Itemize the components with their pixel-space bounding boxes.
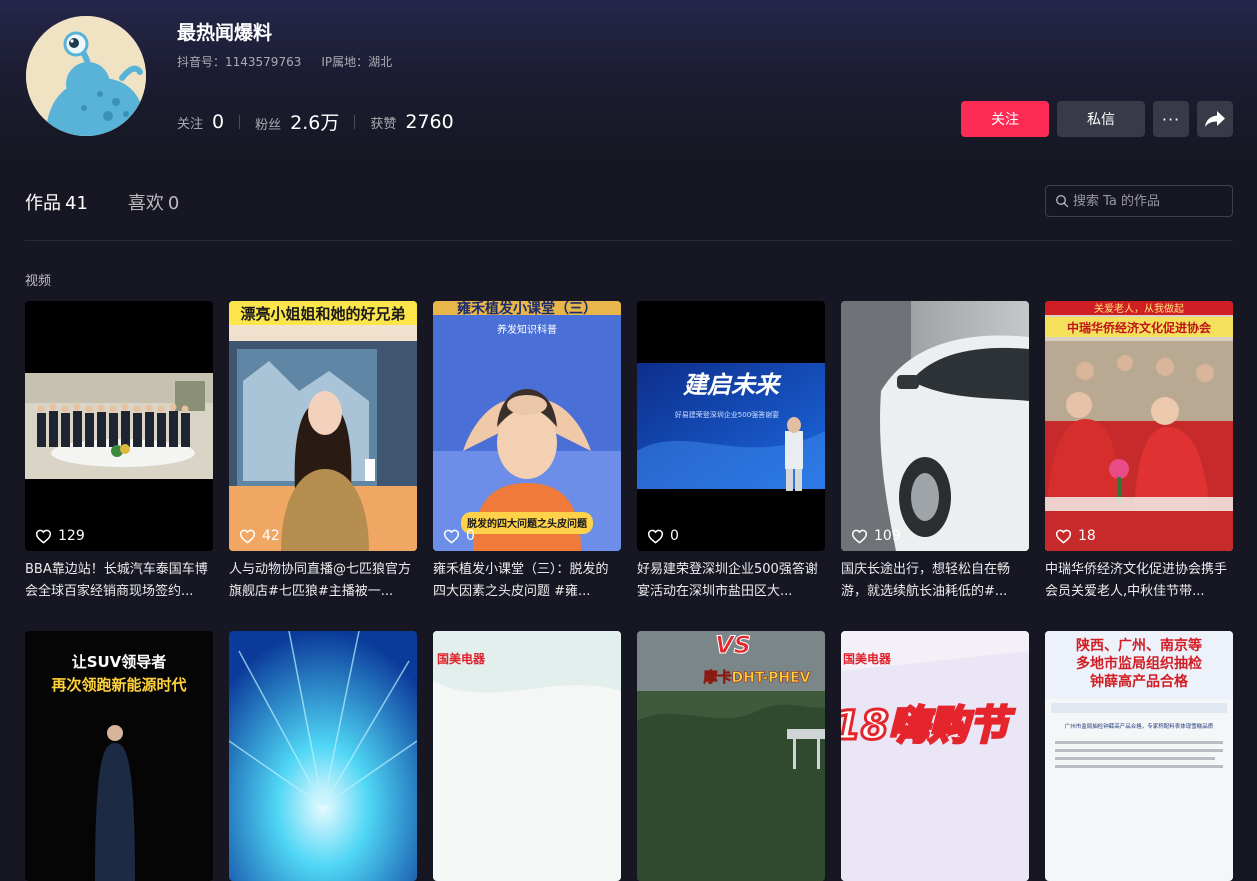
thumbnail-line-3: 钟薛高产品合格 bbox=[1090, 673, 1189, 690]
video-thumbnail-image: 陕西、广州、南京等 多地市监局组织抽检 钟薛高产品合格 广州市监局抽检钟薛高产品… bbox=[1045, 631, 1233, 881]
video-title[interactable]: 好易建荣登深圳企业500强答谢宴活动在深圳市盐田区大... bbox=[637, 559, 825, 603]
thumbnail-doc-title: 广州市监局抽检钟薛高产品合格，专家称配料表体现雪糕品质 bbox=[1065, 722, 1214, 730]
video-card[interactable]: 雍禾植发小课堂（三） 养发知识科普 脱发的四大问题之头皮问题 0 雍禾植发小课堂… bbox=[433, 301, 621, 603]
thumbnail-banner: 脱发的四大问题之头皮问题 bbox=[467, 517, 588, 530]
video-card[interactable]: 漂亮小姐姐和她的好兄弟 42 人与动物协同直播@七匹狼官方旗舰店#七匹狼#主播被… bbox=[229, 301, 417, 603]
user-name: 最热闻爆料 bbox=[177, 22, 273, 44]
video-thumbnail-image: 建启未来 好易建荣登深圳企业500强答谢宴 bbox=[637, 301, 825, 551]
video-thumbnail: 109 bbox=[841, 301, 1029, 551]
heart-icon bbox=[35, 529, 52, 544]
video-card[interactable]: 陕西、广州、南京等 多地市监局组织抽检 钟薛高产品合格 广州市监局抽检钟薛高产品… bbox=[1045, 631, 1233, 881]
message-button[interactable]: 私信 bbox=[1057, 101, 1145, 137]
video-thumbnail: 国美电器 18嗨购节 bbox=[841, 631, 1029, 881]
like-count: 0 bbox=[443, 528, 475, 544]
video-thumbnail-image: VS 摩卡DHT-PHEV bbox=[637, 631, 825, 881]
profile-stats: 关注 0 粉丝 2.6万 获赞 2760 bbox=[177, 108, 454, 135]
thumbnail-line-2: 再次领跑新能源时代 bbox=[51, 676, 186, 694]
video-thumbnail-image bbox=[841, 301, 1029, 551]
search-icon bbox=[1055, 194, 1069, 208]
thumbnail-brand: 国美电器 bbox=[437, 651, 486, 666]
stat-divider bbox=[354, 114, 356, 129]
video-card[interactable]: 129 BBA靠边站！长城汽车泰国车博会全球百家经销商现场签约... bbox=[25, 301, 213, 603]
avatar[interactable] bbox=[26, 16, 146, 136]
video-thumbnail: 陕西、广州、南京等 多地市监局组织抽检 钟薛高产品合格 广州市监局抽检钟薛高产品… bbox=[1045, 631, 1233, 881]
like-count: 42 bbox=[239, 528, 280, 544]
thumbnail-subheading: 养发知识科普 bbox=[497, 323, 557, 336]
video-card[interactable]: 国美电器 18嗨购节 bbox=[841, 631, 1029, 881]
video-thumbnail: 雍禾植发小课堂（三） 养发知识科普 脱发的四大问题之头皮问题 0 bbox=[433, 301, 621, 551]
thumbnail-vs: VS bbox=[715, 631, 751, 659]
video-thumbnail-image bbox=[25, 301, 213, 551]
video-thumbnail-image: 雍禾植发小课堂（三） 养发知识科普 脱发的四大问题之头皮问题 bbox=[433, 301, 621, 551]
video-thumbnail-image: 国美电器 bbox=[433, 631, 621, 881]
share-button[interactable] bbox=[1197, 101, 1233, 137]
video-card[interactable]: VS 摩卡DHT-PHEV bbox=[637, 631, 825, 881]
video-card[interactable]: 关爱老人，从我做起 中瑞华侨经济文化促进协会 18 中瑞华侨经济文化促进协会携手… bbox=[1045, 301, 1233, 603]
video-card[interactable] bbox=[229, 631, 417, 881]
heart-icon bbox=[1055, 529, 1072, 544]
video-thumbnail: VS 摩卡DHT-PHEV bbox=[637, 631, 825, 881]
video-title[interactable]: 雍禾植发小课堂（三）：脱发的四大因素之头皮问题 #雍... bbox=[433, 559, 621, 603]
video-thumbnail-image: 漂亮小姐姐和她的好兄弟 bbox=[229, 301, 417, 551]
content-tabs: 作品 41 喜欢 0 bbox=[25, 189, 179, 215]
thumbnail-sale-text: 18嗨购节 bbox=[841, 703, 1015, 749]
thumbnail-top-text: 关爱老人，从我做起 bbox=[1094, 302, 1184, 315]
like-count: 18 bbox=[1055, 528, 1096, 544]
thumbnail-caption: 漂亮小姐姐和她的好兄弟 bbox=[240, 305, 405, 323]
section-label-videos: 视频 bbox=[25, 274, 52, 289]
video-title[interactable]: 中瑞华侨经济文化促进协会携手会员关爱老人,中秋佳节带... bbox=[1045, 559, 1233, 603]
stat-followers[interactable]: 粉丝 2.6万 bbox=[255, 108, 339, 135]
like-count: 109 bbox=[851, 528, 901, 544]
tab-likes[interactable]: 喜欢 0 bbox=[128, 189, 179, 215]
video-thumbnail: 建启未来 好易建荣登深圳企业500强答谢宴 0 bbox=[637, 301, 825, 551]
video-card[interactable]: 国美电器 bbox=[433, 631, 621, 881]
search-input[interactable] bbox=[1073, 193, 1223, 209]
video-thumbnail: 关爱老人，从我做起 中瑞华侨经济文化促进协会 18 bbox=[1045, 301, 1233, 551]
ip-location: IP属地：湖北 bbox=[321, 55, 393, 69]
video-title[interactable]: 国庆长途出行，想轻松自在畅游，就选续航长油耗低的#... bbox=[841, 559, 1029, 603]
video-thumbnail: 漂亮小姐姐和她的好兄弟 42 bbox=[229, 301, 417, 551]
video-thumbnail: 129 bbox=[25, 301, 213, 551]
stat-likes-received: 获赞 2760 bbox=[370, 110, 454, 133]
thumbnail-title: 建启未来 bbox=[682, 370, 782, 399]
video-thumbnail-image: 关爱老人，从我做起 中瑞华侨经济文化促进协会 bbox=[1045, 301, 1233, 551]
thumbnail-heading: 雍禾植发小课堂（三） bbox=[457, 301, 597, 317]
thumbnail-line-2: 多地市监局组织抽检 bbox=[1076, 655, 1202, 672]
divider bbox=[25, 240, 1233, 241]
heart-icon bbox=[443, 529, 460, 544]
thumbnail-brand: 国美电器 bbox=[843, 651, 892, 666]
video-thumbnail-image: 让SUV领导者 再次领跑新能源时代 bbox=[25, 631, 213, 881]
video-card[interactable]: 让SUV领导者 再次领跑新能源时代 bbox=[25, 631, 213, 881]
video-thumbnail: 让SUV领导者 再次领跑新能源时代 bbox=[25, 631, 213, 881]
heart-icon bbox=[851, 529, 868, 544]
video-thumbnail-image: 国美电器 18嗨购节 bbox=[841, 631, 1029, 881]
video-card[interactable]: 建启未来 好易建荣登深圳企业500强答谢宴 0 好易建荣登深圳企业500强答谢宴… bbox=[637, 301, 825, 603]
thumbnail-model: 摩卡DHT-PHEV bbox=[703, 669, 810, 686]
heart-icon bbox=[239, 529, 256, 544]
video-title[interactable]: BBA靠边站！长城汽车泰国车博会全球百家经销商现场签约... bbox=[25, 559, 213, 603]
heart-icon bbox=[647, 529, 664, 544]
follow-button[interactable]: 关注 bbox=[961, 101, 1049, 137]
thumbnail-line-1: 让SUV领导者 bbox=[72, 653, 167, 671]
tab-works[interactable]: 作品 41 bbox=[25, 189, 88, 215]
video-title[interactable]: 人与动物协同直播@七匹狼官方旗舰店#七匹狼#主播被一... bbox=[229, 559, 417, 603]
thumbnail-banner: 中瑞华侨经济文化促进协会 bbox=[1067, 320, 1212, 335]
thumbnail-subtitle: 好易建荣登深圳企业500强答谢宴 bbox=[675, 410, 779, 419]
more-options-button[interactable]: ··· bbox=[1153, 101, 1189, 137]
like-count: 129 bbox=[35, 528, 85, 544]
stat-following[interactable]: 关注 0 bbox=[177, 111, 224, 133]
thumbnail-line-1: 陕西、广州、南京等 bbox=[1076, 637, 1202, 654]
avatar-image bbox=[26, 16, 146, 136]
stat-divider bbox=[239, 114, 241, 129]
video-thumbnail: 国美电器 bbox=[433, 631, 621, 881]
share-arrow-icon bbox=[1205, 111, 1225, 127]
like-count: 0 bbox=[647, 528, 679, 544]
video-thumbnail-image bbox=[229, 631, 417, 881]
video-thumbnail bbox=[229, 631, 417, 881]
douyin-id: 抖音号：1143579763 bbox=[177, 55, 302, 69]
video-card[interactable]: 109 国庆长途出行，想轻松自在畅游，就选续航长油耗低的#... bbox=[841, 301, 1029, 603]
search-box bbox=[1045, 185, 1233, 217]
